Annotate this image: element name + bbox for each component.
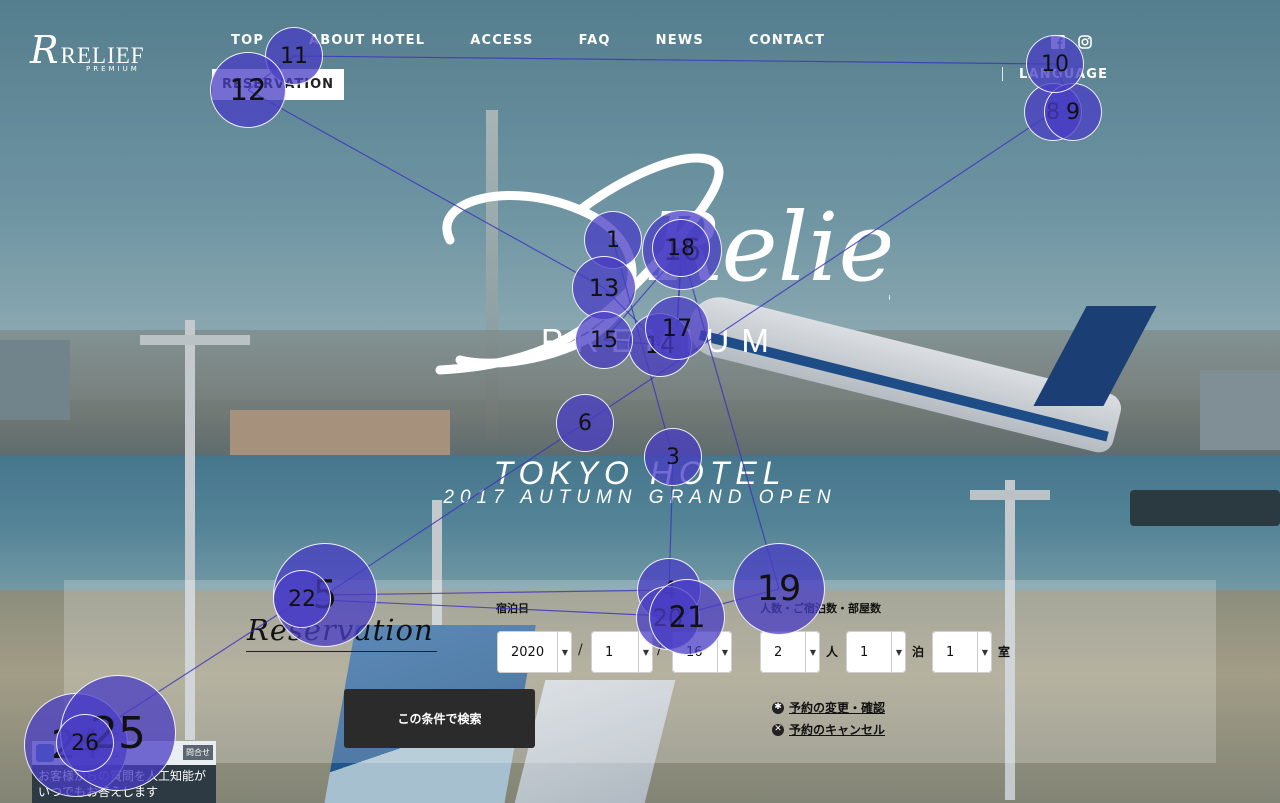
nav-access[interactable]: ACCESS [470,33,533,48]
hero-grand-open: 2017 AUTUMN GRAND OPEN [443,487,837,508]
stay-date-label: 宿泊日 [496,602,529,615]
chevron-down-icon: ▼ [557,631,572,673]
chevron-down-icon: ▼ [717,631,732,673]
chatbot-header: コンシェルジュ 問合せ [32,741,216,765]
chatbot-message: お客様からの質問を人工知能がいつでもお答えします [38,769,207,799]
robot-icon [36,744,54,762]
language-selector[interactable]: LANGUAGE [1019,67,1108,82]
rooms-select[interactable]: 1 ▼ [932,631,992,673]
reservation-button[interactable]: RESERVATION [212,69,344,100]
nav-faq[interactable]: FAQ [579,33,611,48]
month-select[interactable]: 1 ▼ [591,631,653,673]
month-value: 1 [605,644,614,660]
nights-select[interactable]: 1 ▼ [846,631,906,673]
main-nav: TOP ABOUT HOTEL ACCESS FAQ NEWS CONTACT [231,33,870,48]
nav-top[interactable]: TOP [231,33,264,48]
people-unit: 人 [826,645,839,659]
language-divider [1002,67,1003,81]
year-select[interactable]: 2020 ▼ [497,631,572,673]
people-value: 2 [774,644,783,660]
change-reservation-link[interactable]: ✱ 予約の変更・確認 [772,699,885,716]
logo-subtitle: PREMIUM [86,65,140,73]
cancel-reservation-link[interactable]: ✕ 予約のキャンセル [772,721,885,738]
chatbot-name: コンシェルジュ [58,750,121,760]
instagram-icon[interactable] [1077,34,1092,49]
date-separator: / [578,642,583,658]
hero-premium: PREMIUM [541,322,781,359]
people-select[interactable]: 2 ▼ [760,631,820,673]
nights-value: 1 [860,644,869,660]
change-reservation-label: 予約の変更・確認 [789,701,886,715]
day-value: 16 [686,644,703,660]
chatbot-inquiry-button[interactable]: 問合せ [183,745,213,760]
nav-news[interactable]: NEWS [656,33,704,48]
nav-about-hotel[interactable]: ABOUT HOTEL [309,33,425,48]
site-logo[interactable]: R RELIEF [30,28,145,72]
close-icon: ✕ [772,723,784,736]
year-value: 2020 [511,644,545,660]
gear-icon: ✱ [772,701,784,714]
guests-label: 人数・ご宿泊数・部屋数 [760,602,881,615]
cancel-reservation-label: 予約のキャンセル [789,723,886,737]
chevron-down-icon: ▼ [977,631,992,673]
day-select[interactable]: 16 ▼ [672,631,732,673]
rooms-value: 1 [946,644,955,660]
logo-mark: R [30,28,59,72]
nav-contact[interactable]: CONTACT [749,33,825,48]
date-separator: / [657,642,662,658]
chevron-down-icon: ▼ [891,631,906,673]
social-links [1050,34,1092,49]
chevron-down-icon: ▼ [805,631,820,673]
hero-script-text: Relief [648,193,890,303]
chatbot-widget[interactable]: コンシェルジュ 問合せ お客様からの質問を人工知能がいつでもお答えします [32,741,216,803]
search-button[interactable]: この条件で検索 [344,689,535,748]
title-underline [246,651,437,652]
facebook-icon[interactable] [1050,34,1065,49]
chevron-down-icon: ▼ [638,631,653,673]
reservation-title: Reservation [247,613,434,647]
rooms-unit: 室 [998,645,1011,659]
nights-unit: 泊 [912,645,925,659]
